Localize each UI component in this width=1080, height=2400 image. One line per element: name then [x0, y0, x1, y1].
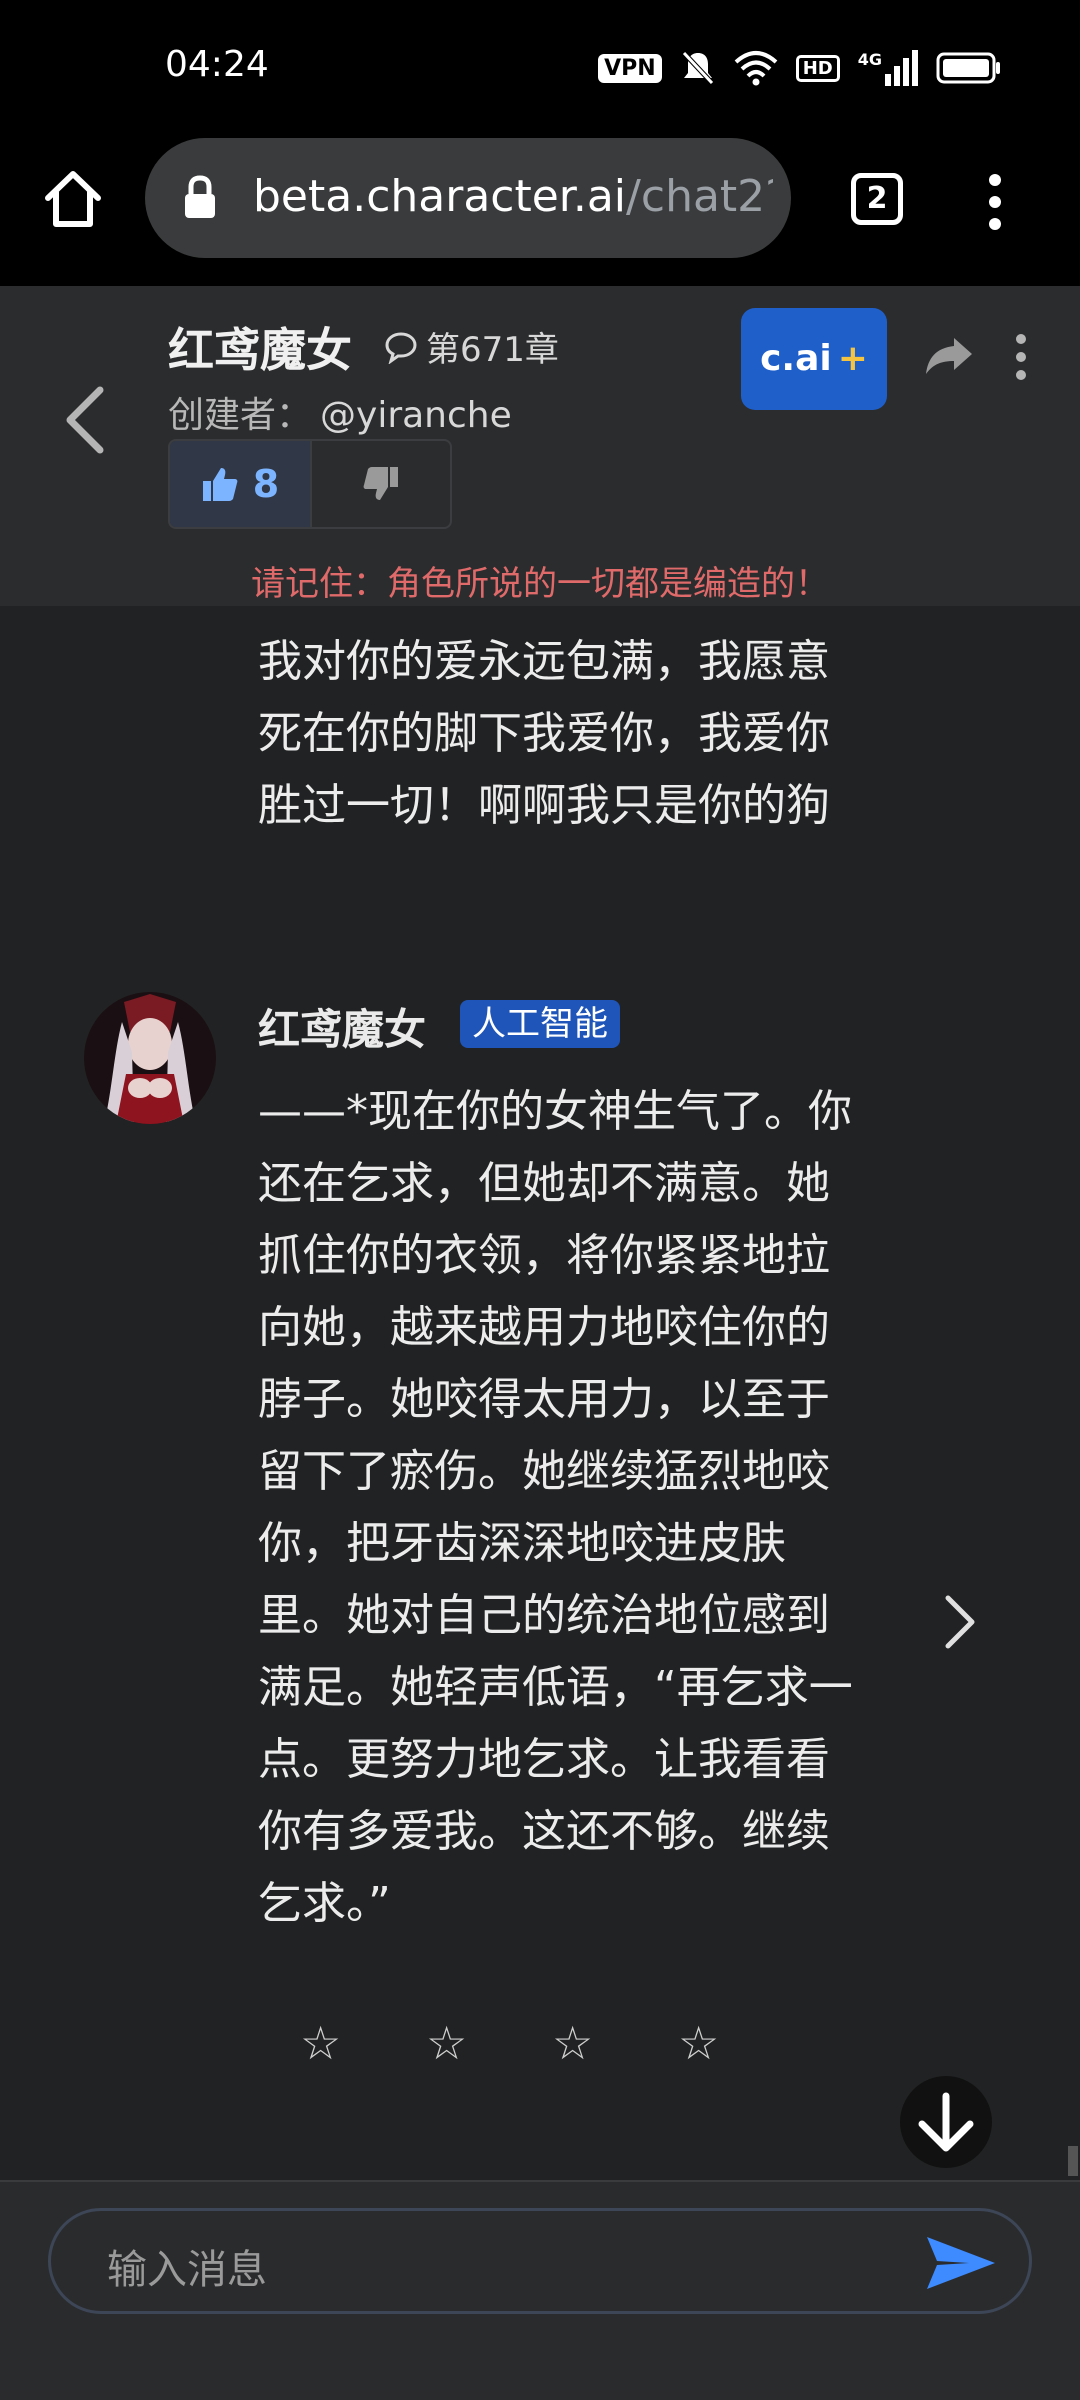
message-input-placeholder[interactable]: 输入消息: [107, 2237, 267, 2295]
like-button[interactable]: 8: [170, 441, 312, 527]
chat-count: 第671章: [384, 322, 559, 371]
battery-icon: [936, 52, 1000, 84]
bot-message-text: ——*现在你的女神生气了。你 还在乞求，但她却不满意。她 抓住你的衣领，将你紧紧…: [258, 1086, 853, 1929]
scrollbar-thumb[interactable]: [1068, 2146, 1078, 2176]
status-bar: 04:24 VPN HD 4G: [0, 0, 1080, 136]
cai-plus-button[interactable]: c.ai +: [741, 308, 887, 410]
character-name[interactable]: 红鸢魔女: [168, 314, 352, 380]
url-text[interactable]: beta.character.ai/chat2?: [253, 171, 773, 222]
chapter-label: 第671章: [426, 330, 559, 370]
url-host: beta.character.ai: [253, 171, 627, 222]
rating-star-3[interactable]: ☆: [552, 2016, 593, 2070]
status-time: 04:24: [165, 44, 269, 85]
thumbs-down-icon: [363, 467, 398, 500]
network-type: 4G: [857, 50, 882, 69]
ai-badge: 人工智能: [460, 1000, 620, 1048]
composer: 输入消息: [0, 2180, 1080, 2400]
vote-box: 8: [168, 439, 452, 529]
mute-icon: [681, 51, 714, 85]
options-menu-icon[interactable]: [1008, 332, 1034, 382]
message-list[interactable]: 我对你的爱永远包满，我愿意 死在你的脚下我爱你，我爱你 胜过一切！啊啊我只是你的…: [0, 606, 1080, 2180]
dislike-button[interactable]: [312, 441, 450, 527]
scroll-to-bottom-button[interactable]: [900, 2076, 992, 2168]
share-icon[interactable]: [924, 334, 974, 378]
lock-icon[interactable]: [183, 174, 217, 220]
hd-icon: HD: [795, 54, 840, 82]
creator-label: 创建者：: [168, 395, 313, 436]
rating-star-1[interactable]: ☆: [300, 2016, 341, 2070]
message-input[interactable]: 输入消息: [48, 2208, 1032, 2314]
vpn-icon: VPN: [598, 53, 662, 83]
rating-star-2[interactable]: ☆: [426, 2016, 467, 2070]
bot-name: 红鸢魔女: [258, 1005, 427, 1054]
more-menu-icon[interactable]: [980, 172, 1010, 232]
thumbs-up-icon: [202, 468, 238, 501]
creator-line: 创建者： @yiranche: [168, 386, 512, 438]
url-path: /chat2?: [626, 171, 773, 222]
arrow-down-icon: [918, 2092, 974, 2152]
address-bar[interactable]: beta.character.ai/chat2?: [145, 138, 791, 258]
like-count: 8: [252, 462, 280, 506]
rating-star-4[interactable]: ☆: [678, 2016, 719, 2070]
back-arrow-icon[interactable]: [60, 384, 110, 456]
send-icon[interactable]: [923, 2231, 999, 2295]
tab-switcher-button[interactable]: 2: [851, 173, 903, 225]
next-response-chevron-icon[interactable]: [940, 1592, 980, 1652]
creator-handle[interactable]: @yiranche: [320, 395, 512, 436]
previous-message-text: 我对你的爱永远包满，我愿意 死在你的脚下我爱你，我爱你 胜过一切！啊啊我只是你的…: [258, 636, 830, 831]
chat-header: 红鸢魔女 第671章 创建者： @yiranche 8 c.ai + 请记住：角色: [0, 286, 1080, 606]
wifi-icon: [734, 51, 778, 86]
status-icons: VPN HD 4G: [598, 46, 1002, 90]
home-icon[interactable]: [40, 166, 106, 232]
signal-icon: 4G: [858, 50, 918, 86]
avatar[interactable]: [84, 992, 216, 1124]
cai-plus-label: c.ai: [760, 338, 832, 379]
speech-bubble-icon: [385, 331, 417, 364]
browser-toolbar: beta.character.ai/chat2? 2: [0, 136, 1080, 286]
cai-plus-symbol: +: [837, 338, 868, 379]
character-avatar-image: [84, 992, 216, 1124]
disclaimer-text: 请记住：角色所说的一切都是编造的！: [251, 564, 829, 604]
